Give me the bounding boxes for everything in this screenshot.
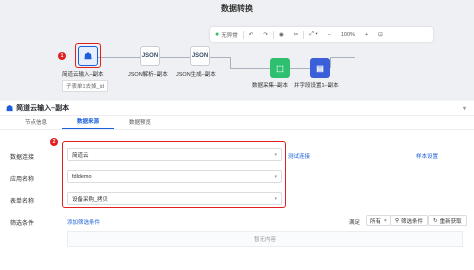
undo-button[interactable]: ↶ bbox=[244, 32, 259, 38]
node-json-parse[interactable]: JSON bbox=[140, 46, 160, 66]
run-icon: ◉ bbox=[278, 31, 284, 38]
node-jiandaoyun-input[interactable]: ☗ bbox=[78, 46, 98, 66]
json-icon: JSON bbox=[141, 53, 159, 59]
test-connection-link[interactable]: 测试连接 bbox=[288, 152, 310, 160]
layout-icon: ⤢ ▾ bbox=[309, 31, 318, 37]
data-collect-icon: ⬚ bbox=[276, 63, 284, 73]
jiandaoyun-input-icon: ☗ bbox=[6, 103, 14, 113]
tab-node-info[interactable]: 节点信息 bbox=[10, 118, 62, 129]
edge bbox=[330, 57, 355, 58]
add-filter-link[interactable]: 添加筛选条件 bbox=[67, 218, 100, 226]
properties-panel: ☗ 简道云输入–副本 ▾ 节点信息 数据来源 数据预览 2 数据连接 简道云 ▾… bbox=[0, 101, 474, 270]
zoom-out-button[interactable]: − bbox=[323, 32, 336, 38]
filter-button-label: 筛选条件 bbox=[401, 218, 424, 225]
form-value: 设备采购_拷贝 bbox=[72, 196, 109, 203]
json-icon: JSON bbox=[191, 53, 209, 59]
status-indicator[interactable]: ● 无异常 bbox=[210, 31, 243, 39]
edge bbox=[210, 57, 230, 58]
node-label: 简道云输入–副本 bbox=[62, 72, 104, 78]
filter-button[interactable]: ⚲ 筛选条件 bbox=[390, 215, 429, 226]
edge bbox=[230, 68, 270, 69]
chevron-down-icon: ▾ bbox=[384, 217, 387, 224]
panel-header: ☗ 简道云输入–副本 ▾ bbox=[0, 101, 474, 116]
node-label: 并字段设置1–副本 bbox=[294, 83, 339, 89]
filter-icon: ⚲ bbox=[395, 217, 400, 224]
canvas-toolbar: ● 无异常 ↶ ↷ ◉ ✂ ⤢ ▾ − 100% + ⊡ bbox=[210, 27, 433, 42]
refresh-button-label: 重新获取 bbox=[439, 218, 462, 225]
connection-value: 简道云 bbox=[72, 152, 89, 159]
collapse-icon[interactable]: ▾ bbox=[463, 105, 466, 112]
run-button[interactable]: ◉ bbox=[274, 32, 289, 38]
zoom-level: 100% bbox=[340, 31, 355, 38]
connection-select[interactable]: 简道云 ▾ bbox=[67, 148, 282, 161]
node-label: 数据采集–副本 bbox=[252, 83, 289, 89]
status-label: 无异常 bbox=[221, 32, 238, 39]
tab-data-preview[interactable]: 数据预览 bbox=[114, 118, 166, 129]
redo-button[interactable]: ↷ bbox=[258, 32, 273, 38]
form-select[interactable]: 设备采购_拷贝 ▾ bbox=[67, 192, 282, 205]
annotation-badge-2: 2 bbox=[50, 138, 58, 146]
field-setting-icon: ▤ bbox=[316, 63, 324, 73]
filter-label: 筛选条件 bbox=[10, 221, 35, 227]
tab-data-source[interactable]: 数据来源 bbox=[62, 117, 114, 129]
satisfy-select[interactable]: 所有 ▾ bbox=[366, 215, 391, 226]
refresh-button[interactable]: ↻ 重新获取 bbox=[428, 215, 467, 226]
annotation-badge-1: 1 bbox=[58, 52, 66, 60]
zoom-in-button[interactable]: + bbox=[360, 32, 373, 38]
refresh-icon: ↻ bbox=[433, 217, 438, 224]
fit-screen-icon: ⊡ bbox=[378, 31, 383, 38]
fit-button[interactable]: ⊡ bbox=[373, 32, 388, 38]
empty-state: 暂无内容 bbox=[67, 231, 463, 247]
chevron-down-icon: ▾ bbox=[274, 196, 277, 202]
node-data-collect[interactable]: ⬚ bbox=[270, 58, 290, 78]
node-label: JSON生成–副本 bbox=[176, 72, 216, 78]
node-field-setting[interactable]: ▤ bbox=[310, 58, 330, 78]
undo-icon: ↶ bbox=[248, 31, 254, 38]
minus-icon: − bbox=[327, 31, 331, 38]
edge bbox=[290, 68, 310, 69]
flow-canvas[interactable]: 数据转换 ● 无异常 ↶ ↷ ◉ ✂ ⤢ ▾ − 100% + ⊡ 1 ☗ 简道… bbox=[0, 0, 474, 100]
edge bbox=[98, 57, 140, 58]
panel-title: 简道云输入–副本 bbox=[16, 105, 70, 112]
redo-icon: ↷ bbox=[263, 31, 268, 38]
panel-tabs: 节点信息 数据来源 数据预览 bbox=[0, 116, 474, 130]
scissors-icon: ✂ bbox=[293, 31, 299, 38]
chevron-down-icon: ▾ bbox=[274, 174, 277, 180]
tools-button[interactable]: ✂ bbox=[289, 32, 304, 38]
node-label: JSON解析–副本 bbox=[128, 72, 168, 78]
sample-settings-link[interactable]: 样本设置 bbox=[416, 152, 438, 160]
node-json-generate[interactable]: JSON bbox=[190, 46, 210, 66]
edge bbox=[330, 57, 331, 68]
plus-icon: + bbox=[364, 31, 369, 38]
check-circle-icon: ● bbox=[215, 31, 220, 38]
satisfy-label: 满足 bbox=[349, 220, 361, 226]
layout-button[interactable]: ⤢ ▾ bbox=[304, 31, 322, 38]
node-sublabel: 子表单1去掉_id bbox=[62, 80, 108, 92]
chevron-down-icon: ▾ bbox=[274, 152, 277, 158]
app-select[interactable]: fdldemo ▾ bbox=[67, 170, 282, 183]
satisfy-value: 所有 bbox=[370, 218, 382, 225]
connection-label: 数据连接 bbox=[10, 155, 35, 161]
page-title: 数据转换 bbox=[221, 4, 253, 13]
app-label: 应用名称 bbox=[10, 177, 35, 183]
app-value: fdldemo bbox=[72, 173, 92, 180]
form-label: 表单名称 bbox=[10, 199, 35, 205]
jiandaoyun-input-icon: ☗ bbox=[83, 50, 93, 61]
edge bbox=[160, 57, 190, 58]
